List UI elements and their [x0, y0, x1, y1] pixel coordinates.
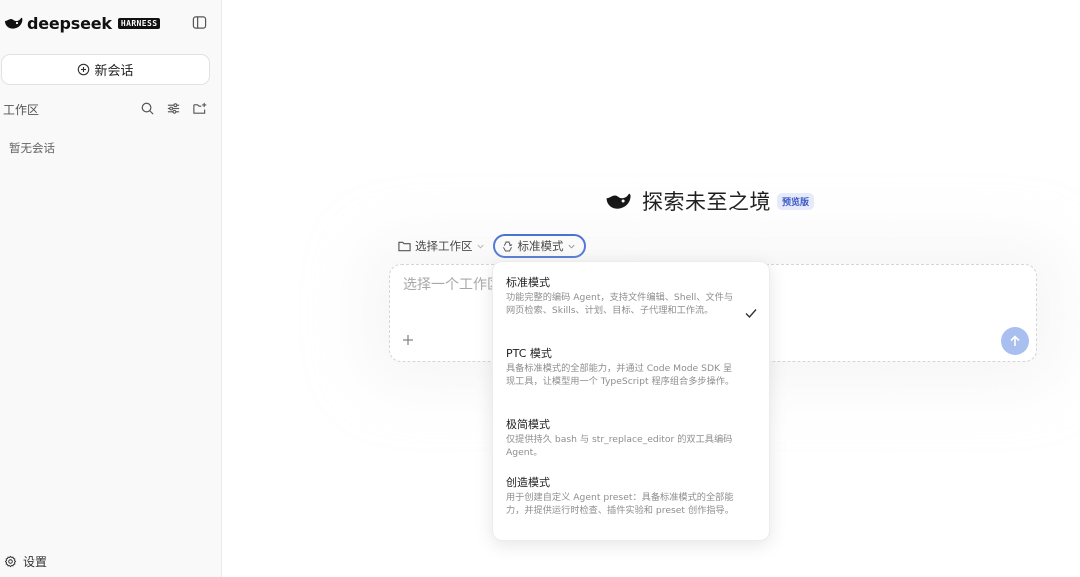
workspace-header: 工作区: [0, 99, 222, 119]
whale-logo-icon: [5, 17, 23, 29]
arrow-up-icon: [1010, 335, 1020, 346]
new-chat-button[interactable]: 新会话: [1, 54, 210, 85]
plus-circle-icon: [78, 63, 90, 76]
new-chat-label: 新会话: [94, 64, 134, 79]
mode-option-title: 创造模式: [506, 476, 550, 489]
empty-sessions-text: 暂无会话: [9, 141, 55, 155]
gear-icon: [4, 555, 17, 568]
mode-option-standard[interactable]: 标准模式 功能完整的编码 Agent，支持文件编辑、Shell、文件与网页检索、…: [493, 274, 771, 334]
add-attachment-icon[interactable]: [401, 333, 415, 347]
hero: 探索未至之境 预览版: [604, 186, 815, 216]
mode-option-create[interactable]: 创造模式 用于创建自定义 Agent preset：具备标准模式的全部能力，并提…: [493, 474, 771, 534]
whale-logo-icon: [606, 193, 631, 209]
brand-badge: HARNESS: [117, 17, 161, 29]
sidebar: deepseek HARNESS 新会话 工作区 暂无会话 设置: [0, 0, 222, 577]
filter-sliders-icon[interactable]: [166, 101, 181, 116]
mode-option-title: PTC 模式: [506, 347, 552, 360]
new-folder-icon[interactable]: [192, 101, 207, 116]
hero-title: 探索未至之境: [642, 190, 771, 214]
workspace-label: 工作区: [3, 103, 40, 117]
chevron-down-icon: [567, 244, 575, 249]
mode-select[interactable]: 标准模式: [492, 234, 586, 258]
mode-option-desc: 功能完整的编码 Agent，支持文件编辑、Shell、文件与网页检索、Skill…: [506, 292, 734, 316]
mode-option-desc: 仅提供持久 bash 与 str_replace_editor 的双工具编码 A…: [506, 434, 733, 458]
settings-button[interactable]: 设置: [4, 553, 47, 570]
mode-option-ptc[interactable]: PTC 模式 具备标准模式的全部能力，并通过 Code Mode SDK 呈现工…: [493, 345, 771, 405]
sidebar-toggle-icon[interactable]: [192, 15, 207, 30]
mode-dropdown-menu: 标准模式 功能完整的编码 Agent，支持文件编辑、Shell、文件与网页检索、…: [492, 261, 770, 541]
workspace-select[interactable]: 选择工作区: [398, 235, 485, 257]
mode-option-desc: 用于创建自定义 Agent preset：具备标准模式的全部能力，并提供运行时检…: [506, 492, 734, 516]
workspace-select-label: 选择工作区: [415, 239, 473, 253]
settings-label: 设置: [23, 555, 48, 569]
mode-option-title: 标准模式: [506, 276, 550, 289]
recycle-icon: [502, 241, 512, 251]
chevron-down-icon: [476, 244, 484, 249]
mode-select-label: 标准模式: [517, 239, 564, 253]
mode-option-title: 极简模式: [506, 418, 550, 431]
search-icon[interactable]: [140, 101, 155, 116]
mode-option-minimal[interactable]: 极简模式 仅提供持久 bash 与 str_replace_editor 的双工…: [493, 416, 771, 462]
send-button[interactable]: [1001, 327, 1029, 355]
brand[interactable]: deepseek HARNESS: [4, 12, 161, 34]
checkmark-icon: [745, 309, 757, 319]
brand-name: deepseek: [27, 13, 112, 33]
composer-toolbar: 选择工作区 标准模式: [398, 234, 586, 258]
preview-badge: 预览版: [777, 192, 815, 210]
mode-option-desc: 具备标准模式的全部能力，并通过 Code Mode SDK 呈现工具，让模型用一…: [506, 363, 735, 387]
folder-icon: [398, 241, 411, 252]
